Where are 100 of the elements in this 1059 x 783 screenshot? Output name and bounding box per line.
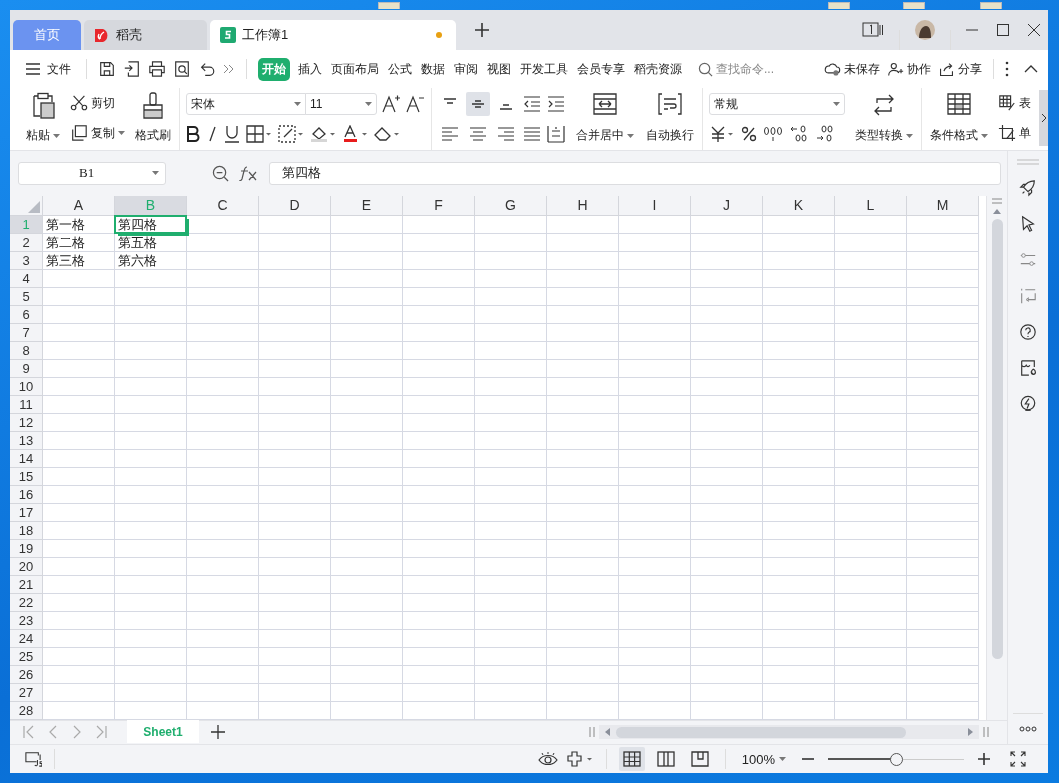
ribbon-tab[interactable]: 公式 [387, 57, 413, 81]
macro-icon[interactable] [24, 751, 42, 767]
decrease-decimal-icon[interactable] [815, 125, 835, 143]
close-button[interactable] [1028, 24, 1040, 36]
undo-icon[interactable] [198, 60, 216, 78]
wrap-text-button[interactable]: 自动换行 [644, 90, 696, 146]
ribbon-tab[interactable]: 插入 [297, 57, 323, 81]
justify-icon[interactable] [522, 124, 542, 144]
increase-font-icon[interactable] [381, 94, 401, 114]
column-header[interactable]: I [619, 195, 691, 216]
increase-indent-icon[interactable] [546, 94, 566, 114]
file-menu[interactable]: 文件 [22, 60, 75, 78]
cursor-icon[interactable] [1019, 215, 1037, 233]
cut-button[interactable]: 剪切 [70, 94, 125, 112]
cell-grid[interactable]: 第一格 第四格 第二格 第五格 第三格 第六格 [43, 215, 979, 720]
grip-handle-icon[interactable] [1017, 159, 1039, 165]
distribute-icon[interactable] [546, 124, 566, 144]
paste-button[interactable]: 粘贴 [24, 90, 62, 146]
font-dropdown[interactable]: 宋体 [186, 93, 306, 115]
lightning-icon[interactable] [1019, 395, 1037, 413]
scroll-up-icon[interactable] [993, 208, 1001, 214]
eye-icon[interactable] [537, 751, 558, 767]
zoom-in-button[interactable] [978, 753, 990, 765]
table-style-button[interactable]: 表 [998, 94, 1031, 112]
ribbon-tab[interactable]: 会员专享 [576, 57, 626, 81]
column-header[interactable]: E [331, 195, 403, 216]
merge-center-button[interactable]: 合并居中 [574, 90, 636, 146]
decrease-indent-icon[interactable] [522, 94, 542, 114]
toolbar-button[interactable]: 协作 [887, 60, 931, 78]
scroll-left-icon[interactable] [605, 728, 610, 737]
more-icon[interactable] [1019, 726, 1037, 732]
print-icon[interactable] [148, 60, 166, 78]
collapse-ribbon-icon[interactable] [1024, 64, 1038, 74]
toolbar-button[interactable]: 未保存 [824, 60, 880, 78]
column-header[interactable]: J [691, 195, 763, 216]
ribbon-tab[interactable]: 页面布局 [330, 57, 380, 81]
increase-decimal-icon[interactable] [789, 125, 809, 143]
bold-icon[interactable] [186, 126, 200, 142]
formula-field[interactable]: 第四格 [269, 161, 1001, 185]
more-vertical-icon[interactable] [1005, 61, 1009, 77]
column-header[interactable]: H [547, 195, 619, 216]
normal-view-button[interactable] [618, 747, 645, 771]
transfer-icon[interactable] [1019, 287, 1037, 305]
column-header[interactable]: A [43, 195, 115, 216]
thousands-separator-icon[interactable] [763, 126, 783, 142]
zoom-dropdown[interactable]: 100% [741, 751, 786, 767]
window-count-icon[interactable] [862, 22, 884, 38]
export-icon[interactable] [123, 60, 141, 78]
maximize-button[interactable] [997, 24, 1009, 36]
avatar[interactable] [915, 20, 935, 40]
column-header[interactable]: C [187, 195, 259, 216]
font-size-dropdown[interactable]: 11 [305, 93, 377, 115]
document-tab[interactable]: 工作簿1 [210, 20, 456, 50]
number-format-dropdown[interactable]: 常规 [709, 93, 845, 115]
ribbon-tab[interactable]: 审阅 [453, 57, 479, 81]
eraser-icon[interactable] [374, 125, 400, 143]
italic-icon[interactable] [206, 126, 218, 142]
type-convert-button[interactable]: 类型转换 [853, 90, 915, 146]
underline-icon[interactable] [224, 125, 240, 143]
new-tab-button[interactable] [475, 23, 489, 37]
vertical-align-button[interactable] [466, 92, 490, 116]
zoom-out-icon[interactable] [212, 164, 229, 182]
copy-button[interactable]: 复制 [70, 124, 125, 142]
fullscreen-icon[interactable] [1010, 751, 1026, 767]
cell-style-button[interactable]: 单 [998, 124, 1031, 142]
decrease-font-icon[interactable] [405, 94, 425, 114]
function-icon[interactable] [239, 165, 259, 182]
horizontal-scrollbar[interactable] [589, 725, 989, 740]
ribbon-tab[interactable]: 视图 [486, 57, 512, 81]
save-icon[interactable] [98, 60, 116, 78]
ribbon-tab[interactable]: 稻壳资源 [633, 57, 683, 81]
toolbar-button[interactable]: 分享 [938, 60, 982, 78]
help-icon[interactable] [1019, 323, 1037, 341]
column-header[interactable]: G [475, 195, 547, 216]
add-sheet-button[interactable] [211, 725, 225, 740]
command-search-field[interactable]: 查找命令... [698, 61, 780, 77]
name-box[interactable]: B1 [18, 161, 166, 185]
ribbon-tab[interactable]: 开发工具 [519, 57, 569, 81]
column-header[interactable]: M [907, 195, 979, 216]
split-grip-icon[interactable] [589, 727, 595, 738]
fill-color-icon[interactable] [310, 125, 336, 143]
percent-icon[interactable] [741, 126, 757, 142]
column-header[interactable]: K [763, 195, 835, 216]
split-grip-icon[interactable] [991, 197, 1003, 204]
borders-icon[interactable] [246, 125, 272, 143]
column-header[interactable]: L [835, 195, 907, 216]
column-header[interactable]: F [403, 195, 475, 216]
sliders-icon[interactable] [1019, 251, 1037, 269]
vertical-scrollbar[interactable] [986, 195, 1007, 720]
ribbon-tab[interactable]: 数据 [420, 57, 446, 81]
rocket-icon[interactable] [1019, 179, 1037, 197]
shop-icon[interactable] [1019, 359, 1037, 377]
conditional-format-button[interactable]: 条件格式 [928, 90, 990, 146]
fill-pattern-icon[interactable] [278, 125, 304, 143]
currency-icon[interactable] [709, 125, 735, 143]
document-tab[interactable]: 稻壳 [84, 20, 207, 50]
column-header[interactable]: D [259, 195, 331, 216]
format-painter-button[interactable]: 格式刷 [133, 90, 173, 146]
split-grip-icon[interactable] [983, 727, 989, 738]
more-chevron-icon[interactable] [223, 63, 235, 75]
